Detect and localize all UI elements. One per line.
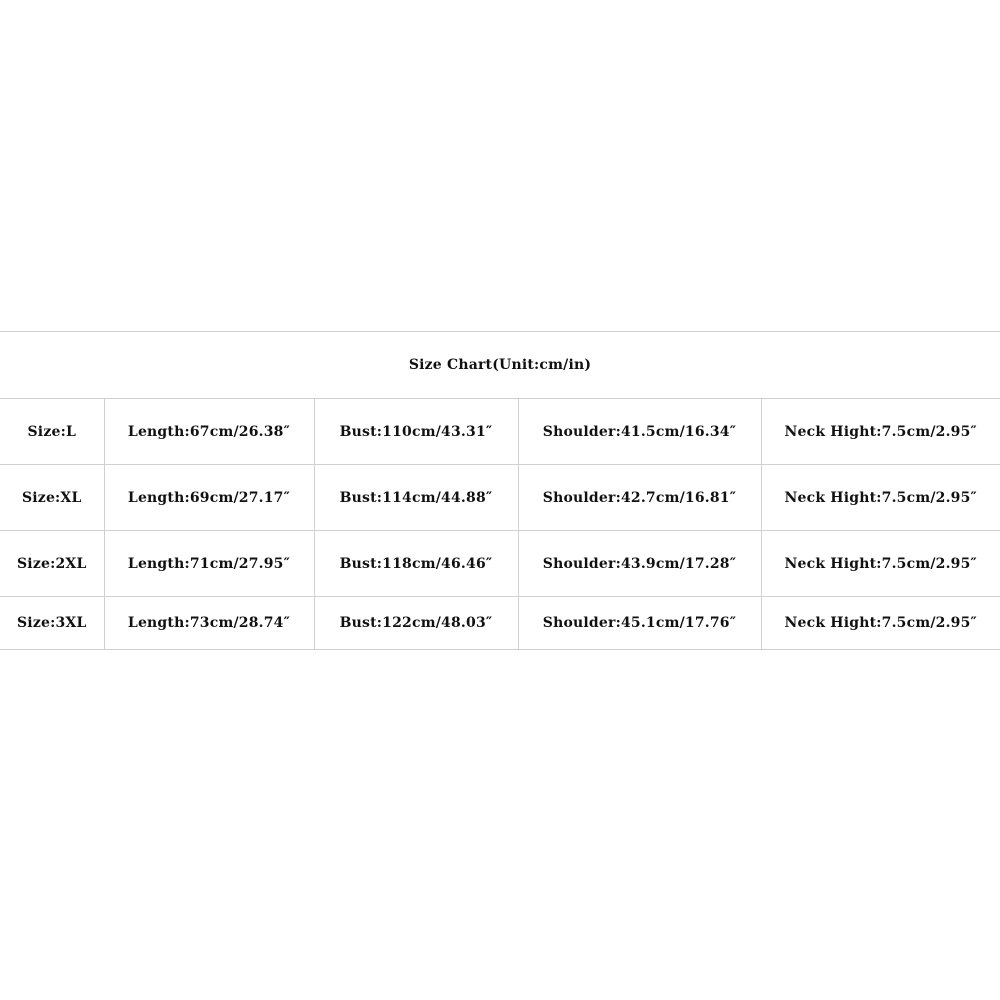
shoulder-cell: Shoulder:43.9cm/17.28″ xyxy=(517,530,762,597)
size-cell: Size:3XL xyxy=(0,596,105,650)
neck-height-cell: Neck Hight:7.5cm/2.95″ xyxy=(760,464,1000,531)
bust-cell: Bust:110cm/43.31″ xyxy=(313,398,519,465)
shoulder-cell: Shoulder:41.5cm/16.34″ xyxy=(517,398,762,465)
bust-cell: Bust:122cm/48.03″ xyxy=(313,596,519,650)
size-cell: Size:2XL xyxy=(0,530,105,597)
bust-cell: Bust:118cm/46.46″ xyxy=(313,530,519,597)
neck-height-cell: Neck Hight:7.5cm/2.95″ xyxy=(760,398,1000,465)
shoulder-cell: Shoulder:45.1cm/17.76″ xyxy=(517,596,762,650)
neck-height-cell: Neck Hight:7.5cm/2.95″ xyxy=(760,530,1000,597)
size-chart-title: Size Chart(Unit:cm/in) xyxy=(0,331,1000,399)
table-row: Size:XL Length:69cm/27.17″ Bust:114cm/44… xyxy=(0,464,1000,531)
shoulder-cell: Shoulder:42.7cm/16.81″ xyxy=(517,464,762,531)
table-row: Size:2XL Length:71cm/27.95″ Bust:118cm/4… xyxy=(0,530,1000,597)
size-cell: Size:XL xyxy=(0,464,105,531)
size-chart-table: Size Chart(Unit:cm/in) Size:L Length:67c… xyxy=(0,331,1000,650)
size-cell: Size:L xyxy=(0,398,105,465)
length-cell: Length:73cm/28.74″ xyxy=(103,596,315,650)
title-row: Size Chart(Unit:cm/in) xyxy=(0,331,1000,399)
table-row: Size:L Length:67cm/26.38″ Bust:110cm/43.… xyxy=(0,398,1000,465)
table-row: Size:3XL Length:73cm/28.74″ Bust:122cm/4… xyxy=(0,596,1000,650)
neck-height-cell: Neck Hight:7.5cm/2.95″ xyxy=(760,596,1000,650)
length-cell: Length:71cm/27.95″ xyxy=(103,530,315,597)
length-cell: Length:69cm/27.17″ xyxy=(103,464,315,531)
length-cell: Length:67cm/26.38″ xyxy=(103,398,315,465)
bust-cell: Bust:114cm/44.88″ xyxy=(313,464,519,531)
